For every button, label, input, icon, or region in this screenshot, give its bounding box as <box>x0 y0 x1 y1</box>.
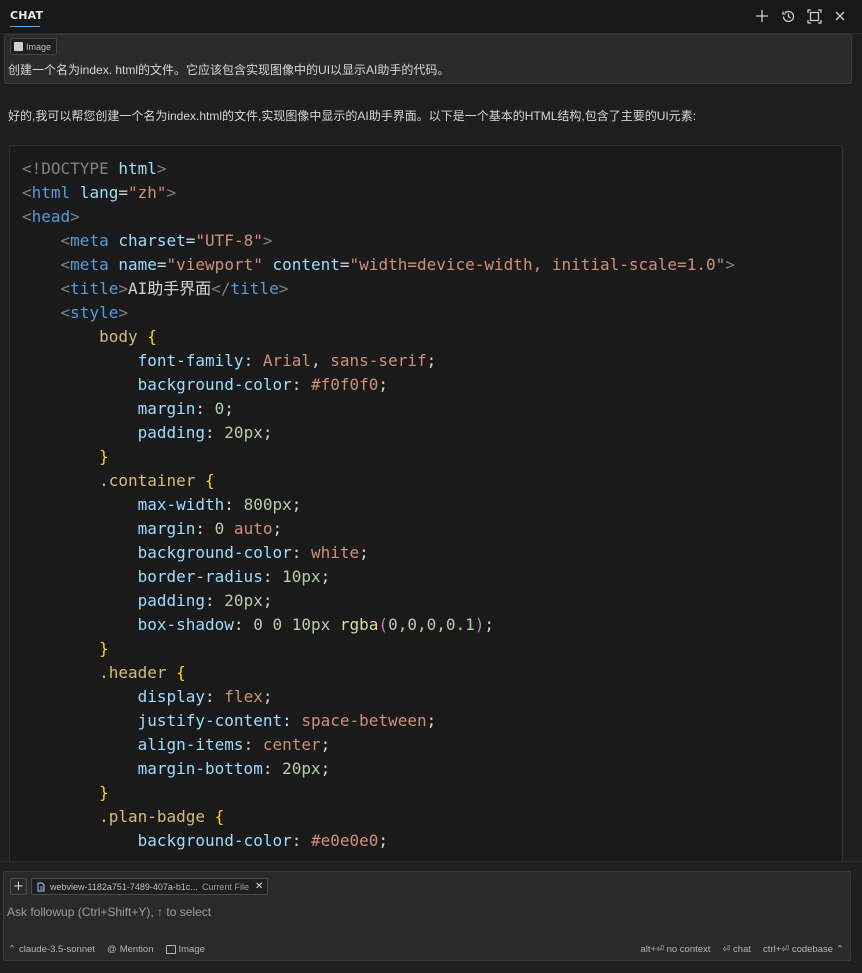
codebase-action[interactable]: ctrl+⏎ codebase ⌃ <box>763 944 844 955</box>
code-line: background-color: white; <box>22 543 369 562</box>
at-icon: @ <box>107 943 117 955</box>
code-line: .container { <box>22 471 215 490</box>
chat-action[interactable]: ⏎ chat <box>722 944 751 955</box>
code-line: <html lang="zh"> <box>22 183 177 202</box>
code-content: <!DOCTYPE html> <html lang="zh"> <head> <m… <box>22 157 735 853</box>
code-line: .plan-badge { <box>22 807 225 826</box>
followup-input-area: + webview-1182a751-7489-407a-b1c... Curr… <box>0 861 862 973</box>
file-chip-tag: Current File <box>201 881 249 892</box>
chat-label: ⏎ chat <box>722 943 752 955</box>
code-line: font-family: Arial, sans-serif; <box>22 351 437 370</box>
code-line: display: flex; <box>22 687 273 706</box>
file-chip-name: webview-1182a751-7489-407a-b1c... <box>50 881 198 892</box>
code-line: .header { <box>22 663 186 682</box>
code-line: padding: 20px; <box>22 423 273 442</box>
code-line: } <box>22 783 109 802</box>
mention-button[interactable]: @ Mention <box>107 944 153 955</box>
image-icon <box>14 42 23 51</box>
file-icon <box>37 882 45 891</box>
image-attachment-chip[interactable]: Image <box>10 38 58 55</box>
code-line: <head> <box>22 207 80 226</box>
code-line: } <box>22 447 109 466</box>
code-line: border-radius: 10px; <box>22 567 331 586</box>
user-message-text: 创建一个名为index. html的文件。它应该包含实现图像中的UI以显示AI助… <box>8 63 450 77</box>
code-line: padding: 20px; <box>22 591 273 610</box>
code-line: <!DOCTYPE html> <box>22 159 167 178</box>
image-attachment-label: Image <box>26 41 52 52</box>
code-line: margin: 0 auto; <box>22 519 283 538</box>
image-label: Image <box>178 943 205 955</box>
code-block[interactable]: <!DOCTYPE html> <html lang="zh"> <head> <m… <box>9 145 843 865</box>
code-line: <meta name="viewport" content="width=dev… <box>22 255 735 274</box>
no-context-label: alt+⏎ no context <box>640 943 711 955</box>
chat-tab-title[interactable]: CHAT <box>10 9 43 22</box>
code-line: body { <box>22 327 157 346</box>
code-line: <title>AI助手界面</title> <box>22 279 289 298</box>
chevron-up-icon: ⌃ <box>8 943 16 955</box>
code-line: background-color: #e0e0e0; <box>22 831 389 850</box>
history-icon[interactable] <box>778 6 798 26</box>
header-actions <box>752 6 850 26</box>
followup-input-box[interactable]: + webview-1182a751-7489-407a-b1c... Curr… <box>3 871 851 961</box>
code-line: align-items: center; <box>22 735 331 754</box>
code-line: box-shadow: 0 0 10px rgba(0,0,0,0.1); <box>22 615 495 634</box>
code-line: } <box>22 639 109 658</box>
user-message[interactable]: Image 创建一个名为index. html的文件。它应该包含实现图像中的UI… <box>4 34 852 84</box>
maximize-icon[interactable] <box>804 6 824 26</box>
chat-header: CHAT <box>0 0 862 34</box>
active-tab-indicator <box>10 26 40 27</box>
image-button[interactable]: Image <box>165 943 205 955</box>
followup-input-placeholder[interactable]: Ask followup (Ctrl+Shift+Y), ↑ to select <box>7 905 211 919</box>
codebase-label: ctrl+⏎ codebase <box>763 943 834 955</box>
plus-icon[interactable] <box>752 6 772 26</box>
code-line: max-width: 800px; <box>22 495 302 514</box>
chevron-up-icon: ⌃ <box>836 943 844 955</box>
add-context-button[interactable]: + <box>10 878 27 895</box>
assistant-intro-text: 好的,我可以帮您创建一个名为index.html的文件,实现图像中显示的AI助手… <box>8 109 697 123</box>
no-context-action[interactable]: alt+⏎ no context <box>640 944 710 955</box>
model-name: claude-3.5-sonnet <box>18 943 96 955</box>
code-line: margin-bottom: 20px; <box>22 759 331 778</box>
current-file-chip[interactable]: webview-1182a751-7489-407a-b1c... Curren… <box>31 878 269 895</box>
code-line: <meta charset="UTF-8"> <box>22 231 273 250</box>
image-icon <box>165 944 176 954</box>
remove-file-icon[interactable]: ✕ <box>255 881 263 892</box>
code-line: <style> <box>22 303 128 322</box>
code-line: background-color: #f0f0f0; <box>22 375 389 394</box>
code-line: margin: 0; <box>22 399 234 418</box>
mention-label: Mention <box>119 943 154 955</box>
model-selector[interactable]: ⌃ claude-3.5-sonnet <box>8 944 95 955</box>
close-icon[interactable] <box>830 6 850 26</box>
code-line: justify-content: space-between; <box>22 711 437 730</box>
input-toolbar: ⌃ claude-3.5-sonnet @ Mention Image alt+… <box>8 942 844 956</box>
